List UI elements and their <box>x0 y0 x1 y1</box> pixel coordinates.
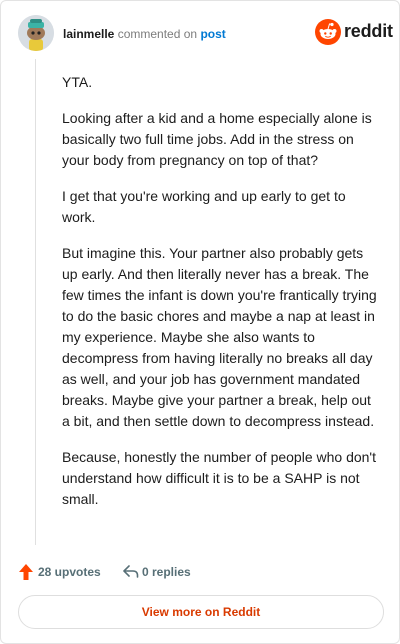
comment-meta: lainmelle commented on post <box>63 27 226 41</box>
comment-paragraph: Because, honestly the number of people w… <box>62 449 376 507</box>
thread-line[interactable] <box>35 59 36 545</box>
comment-actions: 28 upvotes 0 replies <box>18 562 378 582</box>
replies-count: 0 replies <box>142 565 191 579</box>
upvote-count: 28 upvotes <box>38 565 101 579</box>
upvote-button[interactable]: 28 upvotes <box>18 562 108 582</box>
comment-paragraph: YTA. <box>62 74 93 90</box>
comment-body: YTA. Looking after a kid and a home espe… <box>62 72 382 525</box>
user-avatar[interactable] <box>18 15 54 51</box>
snoo-avatar-icon <box>18 15 54 51</box>
comment-header: lainmelle commented on post reddit <box>18 15 393 51</box>
replies-button[interactable]: 0 replies <box>122 562 202 582</box>
reddit-wordmark: reddit <box>344 21 393 41</box>
comment-paragraph: Looking after a kid and a home especiall… <box>62 110 372 168</box>
upvote-arrow-icon <box>19 564 33 580</box>
comment-paragraph: I get that you're working and up early t… <box>62 188 346 225</box>
username-link[interactable]: lainmelle <box>63 27 114 41</box>
view-more-button[interactable]: View more on Reddit <box>18 595 384 629</box>
meta-action-text: commented on <box>117 27 198 41</box>
reddit-brand[interactable]: reddit <box>315 19 393 45</box>
reply-arrow-icon <box>123 565 139 578</box>
comment-paragraph: But imagine this. Your partner also prob… <box>62 245 377 429</box>
reddit-logo-icon <box>315 19 341 45</box>
post-link[interactable]: post <box>200 27 225 41</box>
comment-embed-card: lainmelle commented on post reddit YTA. … <box>0 0 400 644</box>
